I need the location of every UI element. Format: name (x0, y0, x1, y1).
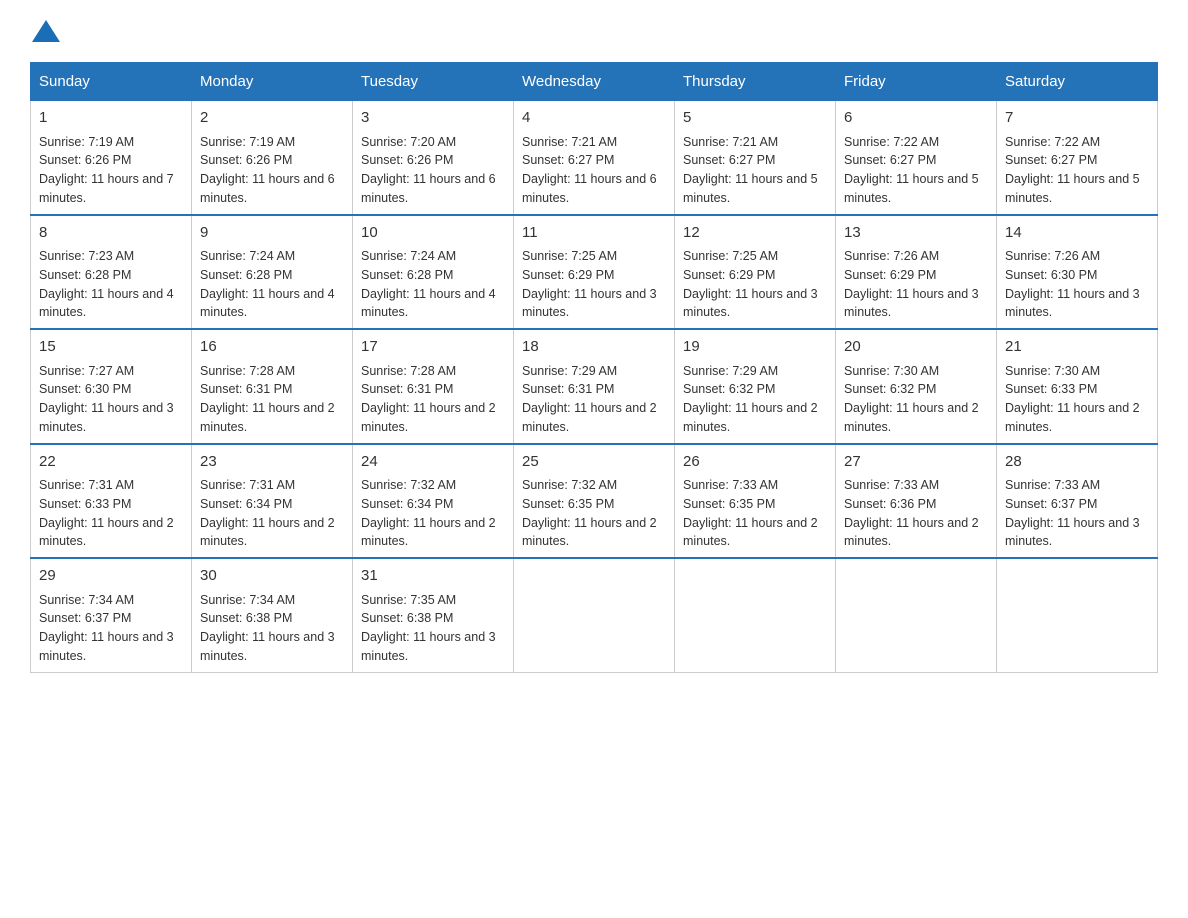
calendar-cell: 27Sunrise: 7:33 AMSunset: 6:36 PMDayligh… (836, 444, 997, 559)
calendar-table: Sunday Monday Tuesday Wednesday Thursday… (30, 62, 1158, 673)
calendar-cell (675, 558, 836, 672)
calendar-week-row: 15Sunrise: 7:27 AMSunset: 6:30 PMDayligh… (31, 329, 1158, 444)
calendar-header-row: Sunday Monday Tuesday Wednesday Thursday… (31, 63, 1158, 101)
day-number: 30 (200, 565, 344, 588)
col-tuesday: Tuesday (353, 63, 514, 101)
day-number: 14 (1005, 222, 1149, 245)
logo-triangle-icon (32, 20, 60, 42)
col-monday: Monday (192, 63, 353, 101)
calendar-cell: 29Sunrise: 7:34 AMSunset: 6:37 PMDayligh… (31, 558, 192, 672)
day-number: 26 (683, 451, 827, 474)
calendar-cell: 5Sunrise: 7:21 AMSunset: 6:27 PMDaylight… (675, 101, 836, 215)
col-friday: Friday (836, 63, 997, 101)
calendar-cell (836, 558, 997, 672)
calendar-cell: 4Sunrise: 7:21 AMSunset: 6:27 PMDaylight… (514, 101, 675, 215)
calendar-cell: 26Sunrise: 7:33 AMSunset: 6:35 PMDayligh… (675, 444, 836, 559)
calendar-cell (997, 558, 1158, 672)
day-number: 2 (200, 107, 344, 130)
day-number: 10 (361, 222, 505, 245)
calendar-cell: 3Sunrise: 7:20 AMSunset: 6:26 PMDaylight… (353, 101, 514, 215)
calendar-week-row: 8Sunrise: 7:23 AMSunset: 6:28 PMDaylight… (31, 215, 1158, 330)
calendar-cell: 24Sunrise: 7:32 AMSunset: 6:34 PMDayligh… (353, 444, 514, 559)
calendar-cell: 30Sunrise: 7:34 AMSunset: 6:38 PMDayligh… (192, 558, 353, 672)
calendar-cell: 25Sunrise: 7:32 AMSunset: 6:35 PMDayligh… (514, 444, 675, 559)
calendar-cell: 23Sunrise: 7:31 AMSunset: 6:34 PMDayligh… (192, 444, 353, 559)
calendar-cell: 1Sunrise: 7:19 AMSunset: 6:26 PMDaylight… (31, 101, 192, 215)
calendar-cell: 18Sunrise: 7:29 AMSunset: 6:31 PMDayligh… (514, 329, 675, 444)
calendar-cell: 12Sunrise: 7:25 AMSunset: 6:29 PMDayligh… (675, 215, 836, 330)
calendar-cell: 2Sunrise: 7:19 AMSunset: 6:26 PMDaylight… (192, 101, 353, 215)
calendar-cell: 7Sunrise: 7:22 AMSunset: 6:27 PMDaylight… (997, 101, 1158, 215)
day-number: 15 (39, 336, 183, 359)
calendar-cell: 14Sunrise: 7:26 AMSunset: 6:30 PMDayligh… (997, 215, 1158, 330)
calendar-cell: 10Sunrise: 7:24 AMSunset: 6:28 PMDayligh… (353, 215, 514, 330)
day-number: 16 (200, 336, 344, 359)
day-number: 17 (361, 336, 505, 359)
calendar-cell: 13Sunrise: 7:26 AMSunset: 6:29 PMDayligh… (836, 215, 997, 330)
day-number: 12 (683, 222, 827, 245)
page-header (30, 20, 1158, 42)
calendar-week-row: 29Sunrise: 7:34 AMSunset: 6:37 PMDayligh… (31, 558, 1158, 672)
day-number: 6 (844, 107, 988, 130)
day-number: 25 (522, 451, 666, 474)
col-saturday: Saturday (997, 63, 1158, 101)
day-number: 21 (1005, 336, 1149, 359)
day-number: 19 (683, 336, 827, 359)
calendar-cell: 15Sunrise: 7:27 AMSunset: 6:30 PMDayligh… (31, 329, 192, 444)
calendar-cell: 8Sunrise: 7:23 AMSunset: 6:28 PMDaylight… (31, 215, 192, 330)
day-number: 23 (200, 451, 344, 474)
day-number: 27 (844, 451, 988, 474)
day-number: 8 (39, 222, 183, 245)
logo (30, 20, 62, 42)
day-number: 11 (522, 222, 666, 245)
calendar-cell: 19Sunrise: 7:29 AMSunset: 6:32 PMDayligh… (675, 329, 836, 444)
calendar-cell: 9Sunrise: 7:24 AMSunset: 6:28 PMDaylight… (192, 215, 353, 330)
day-number: 28 (1005, 451, 1149, 474)
calendar-week-row: 22Sunrise: 7:31 AMSunset: 6:33 PMDayligh… (31, 444, 1158, 559)
day-number: 3 (361, 107, 505, 130)
day-number: 24 (361, 451, 505, 474)
day-number: 5 (683, 107, 827, 130)
day-number: 9 (200, 222, 344, 245)
calendar-cell (514, 558, 675, 672)
calendar-cell: 16Sunrise: 7:28 AMSunset: 6:31 PMDayligh… (192, 329, 353, 444)
day-number: 1 (39, 107, 183, 130)
calendar-cell: 28Sunrise: 7:33 AMSunset: 6:37 PMDayligh… (997, 444, 1158, 559)
col-wednesday: Wednesday (514, 63, 675, 101)
calendar-cell: 22Sunrise: 7:31 AMSunset: 6:33 PMDayligh… (31, 444, 192, 559)
calendar-cell: 31Sunrise: 7:35 AMSunset: 6:38 PMDayligh… (353, 558, 514, 672)
col-sunday: Sunday (31, 63, 192, 101)
calendar-cell: 11Sunrise: 7:25 AMSunset: 6:29 PMDayligh… (514, 215, 675, 330)
day-number: 7 (1005, 107, 1149, 130)
col-thursday: Thursday (675, 63, 836, 101)
calendar-cell: 20Sunrise: 7:30 AMSunset: 6:32 PMDayligh… (836, 329, 997, 444)
day-number: 20 (844, 336, 988, 359)
calendar-week-row: 1Sunrise: 7:19 AMSunset: 6:26 PMDaylight… (31, 101, 1158, 215)
day-number: 13 (844, 222, 988, 245)
day-number: 18 (522, 336, 666, 359)
day-number: 4 (522, 107, 666, 130)
calendar-cell: 6Sunrise: 7:22 AMSunset: 6:27 PMDaylight… (836, 101, 997, 215)
day-number: 31 (361, 565, 505, 588)
day-number: 22 (39, 451, 183, 474)
calendar-cell: 17Sunrise: 7:28 AMSunset: 6:31 PMDayligh… (353, 329, 514, 444)
calendar-cell: 21Sunrise: 7:30 AMSunset: 6:33 PMDayligh… (997, 329, 1158, 444)
day-number: 29 (39, 565, 183, 588)
